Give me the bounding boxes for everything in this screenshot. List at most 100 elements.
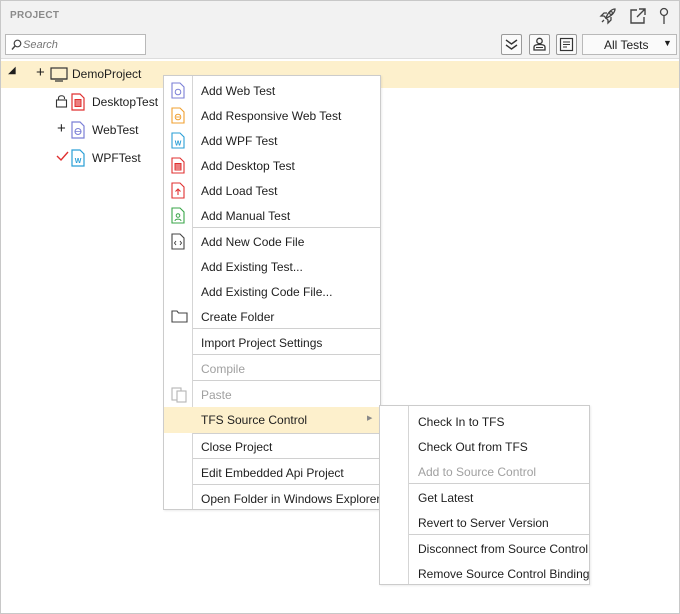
panel-toolbar: All Tests ▼ [1, 31, 679, 59]
menu-item-label: Edit Embedded Api Project [201, 466, 344, 480]
menu-item-label: Check Out from TFS [418, 440, 528, 454]
menu-item-label: TFS Source Control [201, 413, 308, 427]
tree-item-label: DesktopTest [92, 95, 159, 109]
menu-item-label: Import Project Settings [201, 336, 323, 350]
menu-item-add-existing-test[interactable]: Add Existing Test... [164, 254, 380, 279]
folder-icon [171, 308, 188, 325]
desktop-test-icon [71, 93, 85, 114]
menu-item-label: Create Folder [201, 310, 275, 324]
menu-item-disconnect-from-source-control[interactable]: Disconnect from Source Control [380, 536, 589, 561]
tree-item-label: WebTest [92, 123, 139, 137]
responsive-web-test-icon [171, 107, 186, 124]
menu-item-add-web-test[interactable]: Add Web Test [164, 78, 380, 103]
wpf-test-icon: W [71, 149, 85, 170]
menu-item-label: Get Latest [418, 491, 474, 505]
menu-item-tfs-source-control[interactable]: TFS Source Control ▶ [164, 407, 380, 433]
menu-item-add-desktop-test[interactable]: Add Desktop Test [164, 153, 380, 178]
chevron-down-icon: ▼ [663, 38, 672, 48]
menu-item-import-project-settings[interactable]: Import Project Settings [164, 330, 380, 355]
menu-separator [409, 483, 589, 484]
menu-item-check-out-from-tfs[interactable]: Check Out from TFS [380, 434, 589, 459]
tfs-source-control-submenu: Check In to TFS Check Out from TFS Add t… [379, 405, 590, 585]
menu-separator [409, 534, 589, 535]
double-chevron-down-icon [505, 39, 518, 50]
user-icon [533, 37, 546, 51]
web-test-icon [171, 82, 186, 99]
svg-text:W: W [175, 141, 182, 148]
tree-item-wpftest[interactable]: W WPFTest [1, 145, 161, 171]
menu-item-label: Add Load Test [201, 184, 278, 198]
panel-title: PROJECT [10, 10, 60, 21]
menu-item-label: Compile [201, 362, 246, 376]
add-status-icon: + [36, 64, 45, 81]
popout-icon[interactable] [628, 6, 648, 26]
submenu-arrow-icon: ▶ [367, 415, 373, 422]
menu-item-add-wpf-test[interactable]: W Add WPF Test [164, 128, 380, 153]
user-filter-button[interactable] [529, 34, 550, 55]
web-test-icon [71, 121, 85, 142]
menu-item-check-in-to-tfs[interactable]: Check In to TFS [380, 409, 589, 434]
menu-item-add-responsive-web-test[interactable]: Add Responsive Web Test [164, 103, 380, 128]
pin-icon[interactable] [655, 6, 675, 26]
menu-item-edit-embedded-api-project[interactable]: Edit Embedded Api Project [164, 460, 380, 485]
context-menu: Add Web Test Add Responsive Web Test W A… [163, 75, 381, 510]
code-file-icon [171, 233, 186, 250]
rocket-icon[interactable] [598, 6, 618, 26]
menu-item-label: Add Web Test [201, 84, 276, 98]
load-test-icon [171, 182, 186, 199]
menu-item-add-existing-code-file[interactable]: Add Existing Code File... [164, 279, 380, 304]
tree-item-label: DemoProject [72, 67, 142, 81]
search-icon [11, 39, 22, 50]
menu-item-paste: Paste [164, 382, 380, 407]
menu-item-label: Close Project [201, 440, 273, 454]
menu-item-revert-to-server-version[interactable]: Revert to Server Version [380, 510, 589, 535]
panel-title-bar: PROJECT [1, 1, 679, 31]
menu-item-add-new-code-file[interactable]: Add New Code File [164, 229, 380, 254]
menu-separator [193, 227, 380, 228]
menu-item-label: Add New Code File [201, 235, 305, 249]
project-icon [50, 66, 68, 85]
menu-item-label: Add Desktop Test [201, 159, 295, 173]
tree-item-label: WPFTest [92, 151, 141, 165]
details-button[interactable] [556, 34, 577, 55]
menu-item-label: Disconnect from Source Control [418, 542, 589, 556]
menu-item-create-folder[interactable]: Create Folder [164, 304, 380, 329]
menu-separator [193, 458, 380, 459]
wpf-test-icon: W [171, 132, 186, 149]
collapse-all-button[interactable] [501, 34, 522, 55]
tree-expander-icon[interactable]: ◢ [8, 65, 16, 76]
menu-item-label: Add Manual Test [201, 209, 291, 223]
menu-item-label: Add Existing Code File... [201, 285, 333, 299]
menu-item-get-latest[interactable]: Get Latest [380, 485, 589, 510]
menu-item-label: Revert to Server Version [418, 516, 549, 530]
menu-item-add-load-test[interactable]: Add Load Test [164, 178, 380, 203]
add-status-icon: + [57, 120, 66, 137]
menu-item-add-to-source-control: Add to Source Control [380, 459, 589, 484]
desktop-test-icon [171, 157, 186, 174]
menu-separator [193, 380, 380, 381]
svg-text:W: W [75, 158, 82, 165]
list-icon [559, 37, 574, 52]
manual-test-icon [171, 207, 186, 224]
menu-item-remove-source-control-binding[interactable]: Remove Source Control Binding [380, 561, 589, 586]
menu-item-add-manual-test[interactable]: Add Manual Test [164, 203, 380, 228]
tree-item-webtest[interactable]: + WebTest [1, 117, 161, 143]
menu-item-label: Add Responsive Web Test [201, 109, 342, 123]
search-box[interactable] [5, 34, 146, 55]
menu-item-label: Open Folder in Windows Explorer [201, 492, 381, 506]
menu-item-label: Add Existing Test... [201, 260, 303, 274]
menu-separator [193, 328, 380, 329]
tree-item-desktoptest[interactable]: DesktopTest [1, 89, 161, 115]
lock-icon [55, 94, 68, 111]
test-filter-select[interactable]: All Tests ▼ [582, 34, 677, 55]
menu-item-close-project[interactable]: Close Project [164, 434, 380, 459]
menu-separator [193, 354, 380, 355]
test-filter-value: All Tests [604, 38, 649, 52]
menu-item-label: Add to Source Control [418, 465, 537, 479]
menu-item-compile: Compile [164, 356, 380, 381]
menu-item-label: Add WPF Test [201, 134, 278, 148]
menu-item-open-folder-in-windows-explorer[interactable]: Open Folder in Windows Explorer [164, 486, 380, 511]
search-input[interactable] [23, 36, 143, 53]
checkmark-icon [56, 150, 69, 165]
project-panel: PROJECT All Tests ▼ ◢ [0, 0, 680, 614]
